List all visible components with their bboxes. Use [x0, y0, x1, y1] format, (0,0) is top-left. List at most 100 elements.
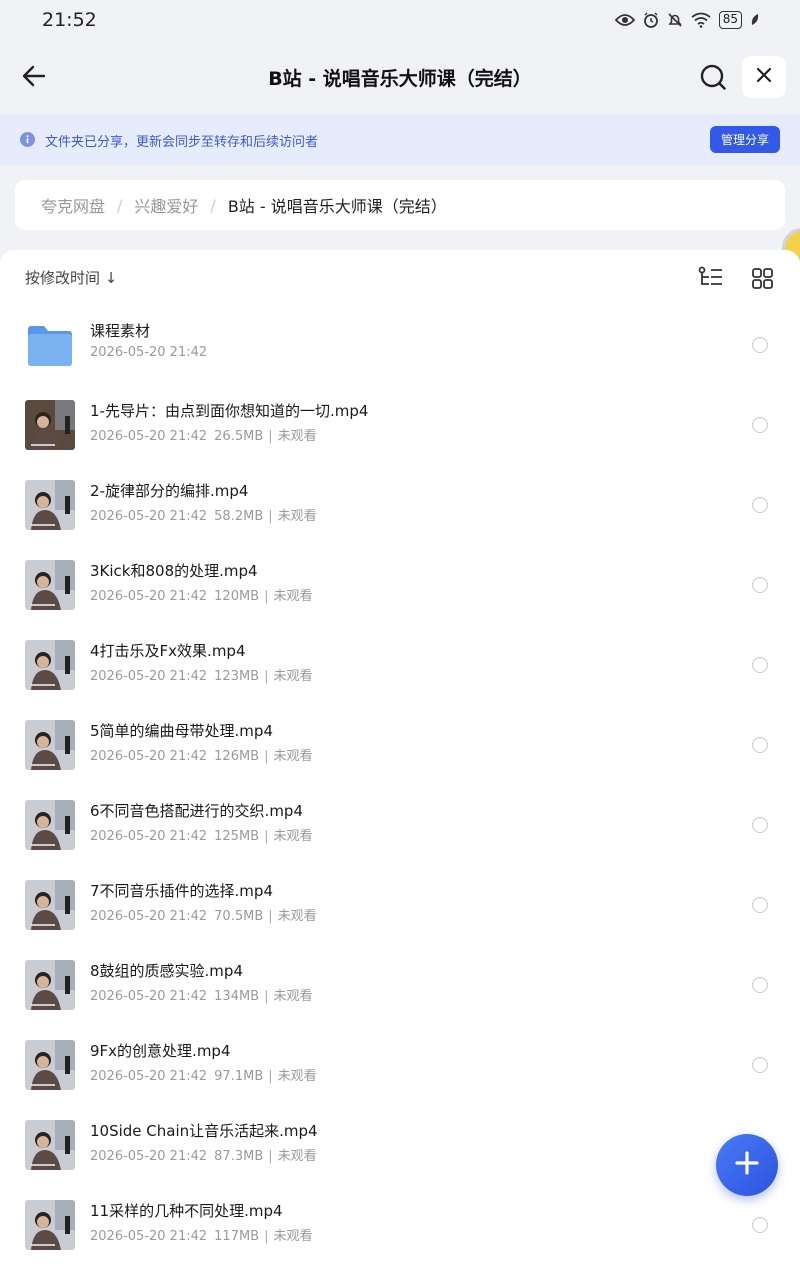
file-row[interactable]: 4打击乐及Fx效果.mp4 2026-05-20 21:42 123MB | 未观看: [0, 624, 800, 704]
watch-status: 未观看: [273, 1229, 313, 1244]
file-date: 2026-05-20 21:42: [90, 429, 208, 444]
alarm-icon: [643, 12, 659, 28]
file-name: 11采样的几种不同处理.mp4: [90, 1202, 283, 1220]
file-name: 7不同音乐插件的选择.mp4: [90, 882, 273, 900]
select-checkbox[interactable]: [752, 337, 768, 353]
watch-status: 未观看: [277, 429, 317, 444]
file-date: 2026-05-20 21:42: [90, 989, 208, 1004]
sort-by-modified-button[interactable]: 按修改时间 ↓: [25, 267, 117, 288]
watch-status: 未观看: [273, 989, 313, 1004]
select-checkbox[interactable]: [752, 1057, 768, 1073]
file-date: 2026-05-20 21:42: [90, 1149, 208, 1164]
file-date: 2026-05-20 21:42: [90, 589, 208, 604]
file-size: 97.1MB: [214, 1069, 264, 1084]
video-thumbnail: [25, 1200, 75, 1250]
file-name: 1-先导片：由点到面你想知道的一切.mp4: [90, 402, 369, 420]
file-meta: 2026-05-20 21:42 120MB | 未观看: [90, 585, 313, 604]
breadcrumb-item-root[interactable]: 夸克网盘: [41, 193, 105, 217]
select-checkbox[interactable]: [752, 417, 768, 433]
file-row[interactable]: 3Kick和808的处理.mp4 2026-05-20 21:42 120MB | 未观…: [0, 544, 800, 624]
file-name: 2-旋律部分的编排.mp4: [90, 482, 249, 500]
file-name: 5简单的编曲母带处理.mp4: [90, 722, 273, 740]
file-row[interactable]: 2-旋律部分的编排.mp4 2026-05-20 21:42 58.2MB | 未观看: [0, 464, 800, 544]
file-size: 125MB: [214, 829, 260, 844]
select-checkbox[interactable]: [752, 577, 768, 593]
close-icon: [756, 67, 772, 87]
share-notice-text: 文件夹已分享，更新会同步至转存和后续访问者: [45, 135, 319, 150]
file-meta: 2026-05-20 21:42: [90, 345, 207, 360]
meta-separator: |: [268, 1149, 273, 1164]
breadcrumb-separator: /: [117, 195, 123, 215]
title-bar: B站 - 说唱音乐大师课（完结）: [0, 40, 800, 114]
file-date: 2026-05-20 21:42: [90, 749, 208, 764]
video-thumbnail: [25, 1040, 75, 1090]
meta-separator: |: [268, 909, 273, 924]
file-list-card: 按修改时间 ↓ 课程素材 2026-05-20 21:42 1-先导片：由点到面你想…: [0, 250, 800, 1280]
file-meta: 2026-05-20 21:42 117MB | 未观看: [90, 1225, 313, 1244]
add-fab-button[interactable]: [716, 1134, 778, 1196]
plus-icon: [734, 1150, 760, 1180]
meta-separator: |: [268, 509, 273, 524]
watch-status: 未观看: [273, 829, 313, 844]
search-icon[interactable]: [698, 62, 728, 92]
file-row[interactable]: 9Fx的创意处理.mp4 2026-05-20 21:42 97.1MB | 未观看: [0, 1024, 800, 1104]
file-row[interactable]: 6不同音色搭配进行的交织.mp4 2026-05-20 21:42 125MB | 未观…: [0, 784, 800, 864]
video-thumbnail: [25, 720, 75, 770]
file-row[interactable]: 7不同音乐插件的选择.mp4 2026-05-20 21:42 70.5MB | 未观看: [0, 864, 800, 944]
tree-view-icon[interactable]: [698, 266, 724, 290]
breadcrumb-item-hobbies[interactable]: 兴趣爱好: [134, 193, 198, 217]
folder-icon: [25, 320, 75, 370]
file-name: 课程素材: [90, 322, 151, 340]
select-checkbox[interactable]: [752, 897, 768, 913]
status-bar: 21:52 85: [0, 0, 800, 40]
breadcrumb: 夸克网盘 / 兴趣爱好 / B站 - 说唱音乐大师课（完结）: [15, 180, 785, 230]
select-checkbox[interactable]: [752, 737, 768, 753]
select-checkbox[interactable]: [752, 1217, 768, 1233]
grid-view-icon[interactable]: [752, 268, 773, 289]
watch-status: 未观看: [277, 1149, 317, 1164]
wifi-icon: [691, 12, 711, 28]
file-size: 126MB: [214, 749, 260, 764]
video-thumbnail: [25, 800, 75, 850]
meta-separator: |: [268, 429, 273, 444]
file-size: 26.5MB: [214, 429, 264, 444]
file-date: 2026-05-20 21:42: [90, 345, 208, 360]
close-button[interactable]: [742, 56, 786, 98]
folder-row[interactable]: 课程素材 2026-05-20 21:42: [0, 304, 800, 384]
file-row[interactable]: 10Side Chain让音乐活起来.mp4 2026-05-20 21:42 87…: [0, 1104, 800, 1184]
file-row[interactable]: 5简单的编曲母带处理.mp4 2026-05-20 21:42 126MB | 未观看: [0, 704, 800, 784]
video-thumbnail: [25, 560, 75, 610]
video-thumbnail: [25, 880, 75, 930]
file-row[interactable]: 8鼓组的质感实验.mp4 2026-05-20 21:42 134MB | 未观看: [0, 944, 800, 1024]
file-meta: 2026-05-20 21:42 87.3MB | 未观看: [90, 1145, 317, 1164]
sort-toolbar: 按修改时间 ↓: [0, 250, 800, 304]
file-row[interactable]: 1-先导片：由点到面你想知道的一切.mp4 2026-05-20 21:42 26.…: [0, 384, 800, 464]
file-meta: 2026-05-20 21:42 26.5MB | 未观看: [90, 425, 317, 444]
file-meta: 2026-05-20 21:42 126MB | 未观看: [90, 745, 313, 764]
file-size: 123MB: [214, 669, 260, 684]
meta-separator: |: [264, 1229, 269, 1244]
file-date: 2026-05-20 21:42: [90, 669, 208, 684]
meta-separator: |: [264, 749, 269, 764]
file-row[interactable]: 11采样的几种不同处理.mp4 2026-05-20 21:42 117MB | 未观看: [0, 1184, 800, 1264]
video-thumbnail: [25, 480, 75, 530]
meta-separator: |: [264, 829, 269, 844]
select-checkbox[interactable]: [752, 977, 768, 993]
select-checkbox[interactable]: [752, 497, 768, 513]
file-date: 2026-05-20 21:42: [90, 509, 208, 524]
meta-separator: |: [264, 669, 269, 684]
meta-separator: |: [268, 1069, 273, 1084]
file-meta: 2026-05-20 21:42 58.2MB | 未观看: [90, 505, 317, 524]
select-checkbox[interactable]: [752, 657, 768, 673]
video-thumbnail: [25, 960, 75, 1010]
manage-share-button[interactable]: 管理分享: [710, 126, 780, 153]
file-meta: 2026-05-20 21:42 123MB | 未观看: [90, 665, 313, 684]
status-icons: 85: [614, 11, 760, 29]
file-size: 134MB: [214, 989, 260, 1004]
mute-icon: [667, 12, 683, 28]
share-notice-bar: 文件夹已分享，更新会同步至转存和后续访问者 管理分享: [0, 114, 800, 165]
file-size: 70.5MB: [214, 909, 264, 924]
meta-separator: |: [264, 589, 269, 604]
select-checkbox[interactable]: [752, 817, 768, 833]
info-icon: [20, 132, 35, 147]
